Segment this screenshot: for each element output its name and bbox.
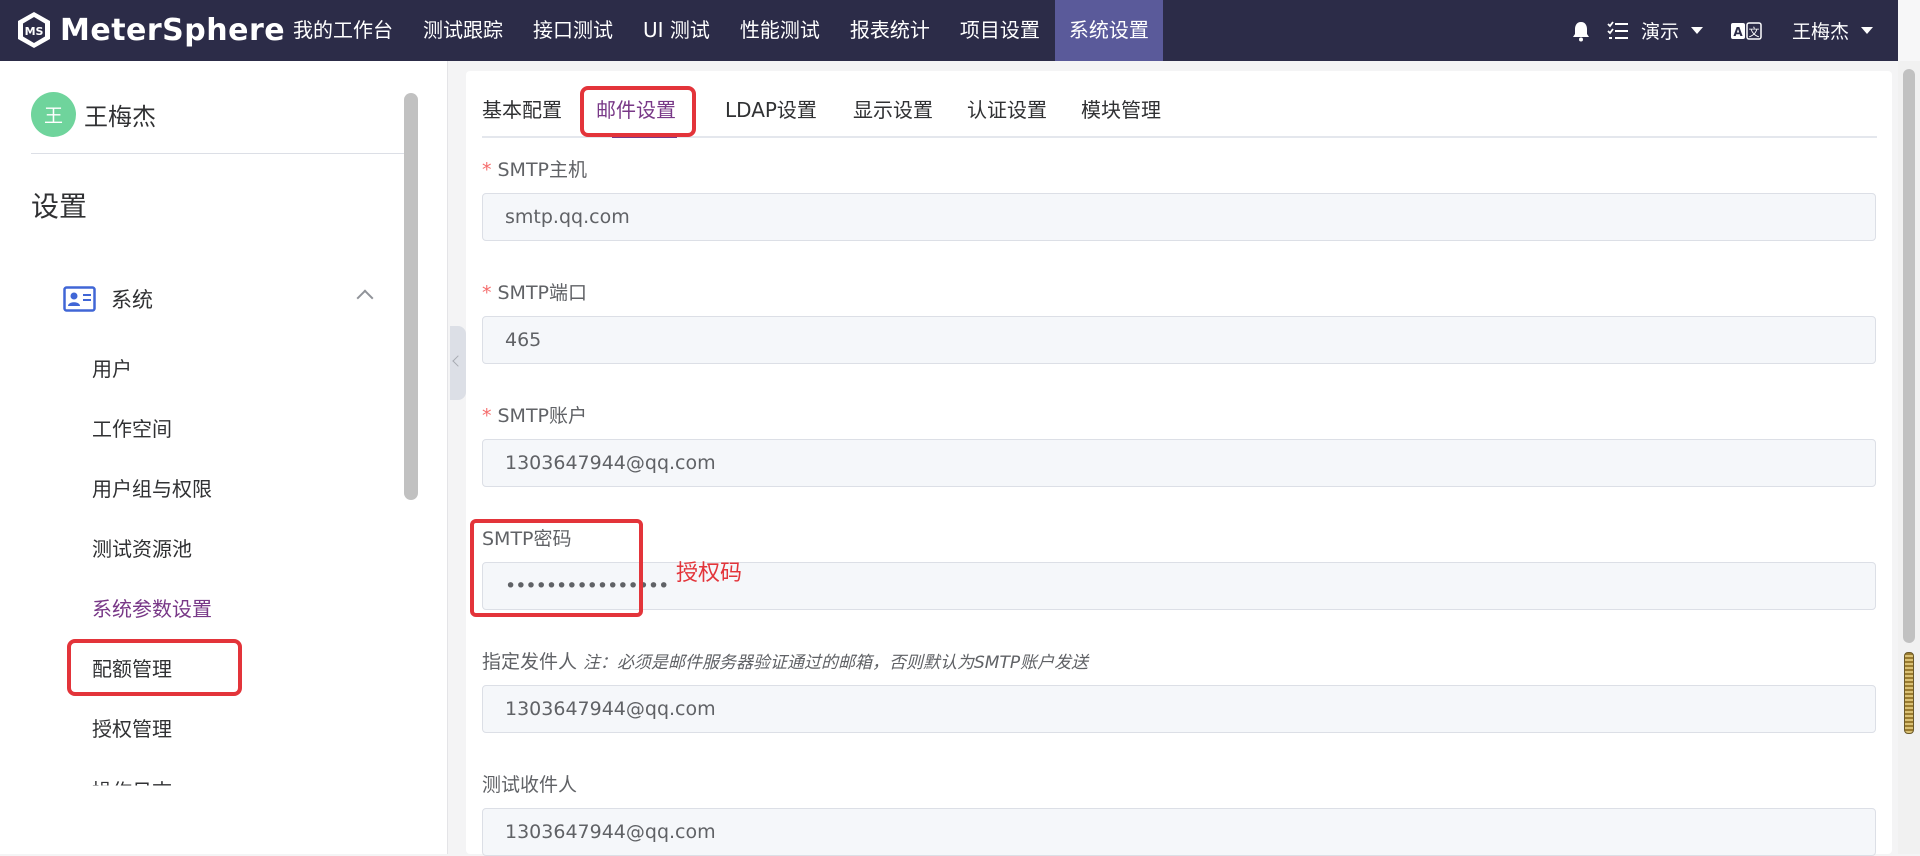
smtp-port-input[interactable]: 465 [482, 316, 1876, 364]
id-card-icon [63, 286, 96, 312]
bell-icon[interactable] [1571, 20, 1591, 42]
caret-down-icon [1861, 27, 1873, 34]
nav-workbench[interactable]: 我的工作台 [278, 0, 408, 61]
sidebar-item-user-groups[interactable]: 用户组与权限 [92, 473, 212, 502]
sidebar-item-operation-log[interactable]: 操作日志 [92, 775, 172, 785]
metersphere-logo-icon: MS [18, 12, 50, 48]
password-annotation: 授权码 [676, 561, 743, 586]
main-nav: 我的工作台 测试跟踪 接口测试 UI 测试 性能测试 报表统计 项目设置 系统设… [278, 0, 1163, 61]
settings-title: 设置 [31, 190, 88, 223]
sidebar-item-quota[interactable]: 配额管理 [92, 653, 172, 682]
nav-test-track[interactable]: 测试跟踪 [408, 0, 518, 61]
sender-input[interactable]: 1303647944@qq.com [482, 685, 1876, 733]
sidebar-scrollbar[interactable] [404, 93, 418, 500]
task-list-icon[interactable] [1607, 20, 1629, 41]
sidebar-user: 王 王梅杰 [31, 92, 156, 137]
sender-label: 指定发件人 注：必须是邮件服务器验证通过的邮箱，否则默认为SMTP账户发送 [482, 651, 1089, 673]
smtp-host-label: * SMTP主机 [482, 159, 588, 181]
brand-name: MeterSphere [60, 12, 286, 48]
sidebar-item-system-params[interactable]: 系统参数设置 [92, 593, 212, 622]
tab-auth[interactable]: 认证设置 [967, 94, 1047, 123]
divider [31, 153, 405, 154]
sidebar: 王 王梅杰 设置 系统 用户 工作空间 用户组与权限 测试资源池 系统参数设置 … [0, 61, 448, 854]
user-menu[interactable]: 王梅杰 [1792, 17, 1873, 44]
sidebar-item-license[interactable]: 授权管理 [92, 713, 172, 742]
sidebar-user-name: 王梅杰 [84, 103, 156, 131]
svg-text:文: 文 [1748, 25, 1759, 39]
scrollbar-track-top [1898, 0, 1920, 61]
recipient-input[interactable]: 1303647944@qq.com [482, 808, 1876, 856]
nav-api-test[interactable]: 接口测试 [518, 0, 628, 61]
sidebar-collapse-handle[interactable] [450, 326, 466, 400]
sidebar-item-workspace[interactable]: 工作空间 [92, 413, 172, 442]
header-tools: 演示 A 文 王梅杰 [1571, 0, 1920, 61]
sidebar-item-user[interactable]: 用户 [92, 353, 132, 382]
smtp-account-label: * SMTP账户 [482, 405, 588, 427]
user-name: 王梅杰 [1791, 21, 1849, 43]
tab-display[interactable]: 显示设置 [853, 94, 933, 123]
nav-report[interactable]: 报表统计 [835, 0, 945, 61]
tab-modules[interactable]: 模块管理 [1081, 94, 1161, 123]
nav-performance-test[interactable]: 性能测试 [725, 0, 835, 61]
smtp-host-input[interactable]: smtp.qq.com [482, 193, 1876, 241]
svg-text:A: A [1733, 25, 1743, 39]
recipient-label: 测试收件人 [482, 774, 578, 796]
tab-ldap[interactable]: LDAP设置 [725, 94, 817, 123]
avatar: 王 [31, 92, 76, 137]
workspace-name: 演示 [1640, 21, 1679, 43]
smtp-account-input[interactable]: 1303647944@qq.com [482, 439, 1876, 487]
top-navbar: MS MeterSphere 我的工作台 测试跟踪 接口测试 UI 测试 性能测… [0, 0, 1920, 61]
chevron-up-icon[interactable] [356, 289, 374, 307]
smtp-port-label: * SMTP端口 [482, 282, 588, 304]
sender-note: 注：必须是邮件服务器验证通过的邮箱，否则默认为SMTP账户发送 [583, 653, 1089, 673]
ruler-handle-icon[interactable] [1904, 652, 1914, 734]
tab-basic[interactable]: 基本配置 [482, 94, 562, 123]
settings-panel: 基本配置 邮件设置 LDAP设置 显示设置 认证设置 模块管理 * SMTP主机 … [466, 71, 1892, 856]
highlight-box [580, 86, 696, 137]
scrollbar-thumb[interactable] [1903, 69, 1915, 643]
page-scrollbar[interactable] [1898, 61, 1920, 854]
nav-ui-test[interactable]: UI 测试 [628, 0, 725, 61]
workspace-switcher[interactable]: 演示 [1641, 17, 1703, 44]
language-icon[interactable]: A 文 [1730, 21, 1762, 40]
svg-text:MS: MS [25, 25, 44, 38]
sidebar-group-label: 系统 [111, 288, 153, 312]
highlight-box [470, 519, 643, 617]
logo[interactable]: MS MeterSphere [14, 9, 285, 51]
caret-down-icon [1690, 27, 1703, 34]
sidebar-item-resource-pool[interactable]: 测试资源池 [92, 533, 192, 562]
nav-project-settings[interactable]: 项目设置 [945, 0, 1055, 61]
nav-system-settings[interactable]: 系统设置 [1054, 0, 1163, 61]
sidebar-group-system[interactable]: 系统 [63, 279, 381, 319]
